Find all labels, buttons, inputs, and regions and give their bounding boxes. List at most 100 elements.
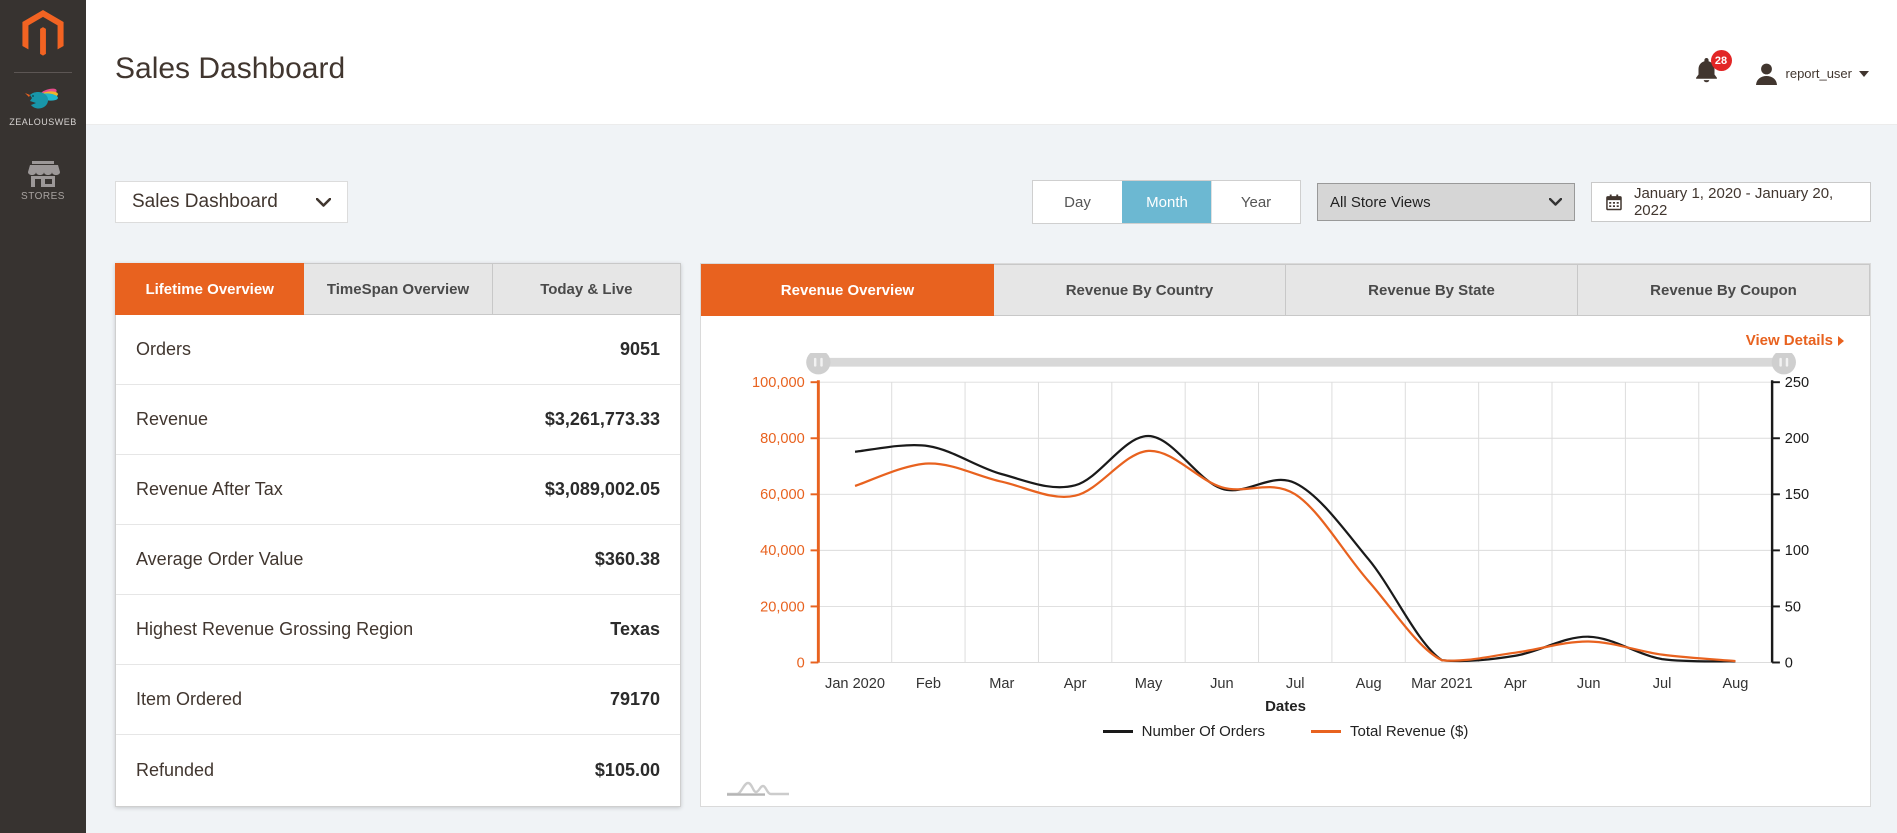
range-slider-handle-left[interactable]: [806, 353, 831, 375]
view-details-label: View Details: [1745, 332, 1833, 349]
overview-tabs: Lifetime Overview TimeSpan Overview Today …: [115, 263, 681, 315]
range-slider-handle-right[interactable]: [1771, 353, 1796, 375]
zealousweb-label: ZEALOUSWEB: [9, 117, 77, 127]
user-menu-button[interactable]: report_user: [1755, 63, 1869, 85]
metric-value: $3,261,773.33: [544, 409, 660, 429]
period-month-button[interactable]: Month: [1122, 181, 1211, 223]
left-y-axis: 0 20,000 40,000 60,000 80,000 100,000: [752, 375, 820, 671]
tab-revenue-overview[interactable]: Revenue Overview: [701, 264, 994, 316]
username: report_user: [1785, 66, 1852, 81]
legend-item-total-revenue: Total Revenue ($): [1310, 722, 1469, 740]
svg-text:0: 0: [797, 655, 805, 671]
svg-text:Aug: Aug: [1722, 676, 1748, 692]
svg-text:40,000: 40,000: [760, 543, 805, 559]
app-root: ZEALOUSWEB STORES Sales Dashboard 28 rep…: [0, 0, 1897, 833]
tab-lifetime-overview[interactable]: Lifetime Overview: [115, 263, 305, 315]
metric-label: Orders: [136, 339, 192, 359]
chart-range-slider: [806, 353, 1796, 375]
toolbar-right: Day Month Year All Store Views January 1…: [1032, 180, 1871, 224]
sidebar: ZEALOUSWEB STORES: [0, 0, 86, 833]
svg-text:Aug: Aug: [1356, 676, 1382, 692]
store-view-value: All Store Views: [1330, 193, 1431, 211]
sidebar-item-zealousweb[interactable]: ZEALOUSWEB: [9, 85, 77, 127]
svg-text:Mar 2021: Mar 2021: [1411, 676, 1473, 692]
chart-x-axis-title: Dates: [1265, 697, 1306, 715]
svg-text:Apr: Apr: [1064, 676, 1087, 692]
page-title: Sales Dashboard: [115, 52, 346, 85]
magento-logo-icon[interactable]: [17, 10, 69, 58]
period-year-button[interactable]: Year: [1211, 181, 1300, 223]
table-row: Highest Revenue Grossing Region Texas: [116, 595, 680, 665]
line-chart-svg: 0 20,000 40,000 60,000 80,000 100,000 0 50 100 15…: [752, 353, 1809, 692]
chart-zoom-preview-icon[interactable]: [725, 770, 793, 798]
metric-value: Texas: [610, 619, 660, 639]
notification-count-badge: 28: [1710, 50, 1732, 71]
metric-value: $105.00: [594, 759, 660, 780]
legend-label: Total Revenue ($): [1349, 722, 1469, 740]
svg-text:50: 50: [1785, 599, 1801, 615]
tab-revenue-by-coupon[interactable]: Revenue By Coupon: [1578, 264, 1870, 316]
svg-text:20,000: 20,000: [760, 599, 805, 615]
table-row: Average Order Value $360.38: [116, 525, 680, 595]
metric-value: 9051: [619, 339, 660, 359]
panels: Lifetime Overview TimeSpan Overview Today …: [115, 263, 1871, 807]
calendar-icon: [1606, 194, 1622, 210]
date-range-picker[interactable]: January 1, 2020 - January 20, 2022: [1591, 182, 1871, 222]
content: Sales Dashboard Day Month Year All Store V…: [86, 125, 1897, 807]
metric-label: Revenue: [136, 409, 209, 429]
overview-metrics-table: Orders 9051 Revenue $3,261,773.33 Revenue Af…: [116, 315, 680, 805]
stores-icon: [28, 161, 60, 187]
svg-text:100: 100: [1785, 543, 1809, 559]
chevron-down-icon: [316, 197, 331, 207]
dashboard-select[interactable]: Sales Dashboard: [115, 181, 348, 223]
svg-text:150: 150: [1785, 487, 1809, 503]
toolbar: Sales Dashboard Day Month Year All Store V…: [115, 180, 1871, 224]
period-day-button[interactable]: Day: [1033, 181, 1122, 223]
tab-revenue-by-country[interactable]: Revenue By Country: [994, 264, 1286, 316]
series-line-number-of-orders: [854, 434, 1736, 663]
table-row: Revenue $3,261,773.33: [116, 385, 680, 455]
metric-value: $360.38: [594, 549, 660, 569]
svg-text:May: May: [1135, 676, 1163, 692]
table-row: Refunded $105.00: [116, 735, 680, 805]
metric-label: Item Ordered: [136, 689, 243, 709]
svg-text:0: 0: [1785, 655, 1793, 671]
metric-value: $3,089,002.05: [544, 479, 660, 499]
stores-label: STORES: [21, 191, 65, 202]
zealousweb-bird-icon: [24, 88, 58, 109]
view-details-row: View Details: [701, 316, 1870, 349]
user-avatar-icon: [1755, 63, 1777, 85]
tab-revenue-by-state[interactable]: Revenue By State: [1286, 264, 1578, 316]
revenue-tabs: Revenue Overview Revenue By Country Revenu…: [701, 264, 1870, 316]
svg-text:Jun: Jun: [1577, 676, 1601, 692]
store-view-select[interactable]: All Store Views: [1317, 183, 1575, 221]
arrow-right-icon: [1838, 335, 1844, 346]
svg-text:80,000: 80,000: [760, 431, 805, 447]
table-row: Revenue After Tax $3,089,002.05: [116, 455, 680, 525]
metric-label: Highest Revenue Grossing Region: [136, 619, 414, 639]
legend-label: Number Of Orders: [1141, 722, 1265, 740]
metric-label: Average Order Value: [136, 549, 304, 569]
legend-swatch: [1102, 729, 1133, 733]
date-range-value: January 1, 2020 - January 20, 2022: [1633, 185, 1834, 219]
tab-today-live[interactable]: Today & Live: [492, 263, 681, 315]
notifications-button[interactable]: 28: [1695, 50, 1732, 89]
range-slider-track[interactable]: [818, 357, 1784, 367]
svg-text:200: 200: [1785, 431, 1809, 447]
metric-label: Revenue After Tax: [136, 479, 283, 499]
legend-swatch: [1310, 729, 1341, 733]
table-row: Orders 9051: [116, 315, 680, 385]
svg-text:Jul: Jul: [1286, 676, 1305, 692]
metric-value: 79170: [609, 689, 660, 709]
topbar: Sales Dashboard 28 report_user: [86, 0, 1897, 125]
metric-label: Refunded: [136, 759, 215, 780]
svg-text:60,000: 60,000: [760, 487, 805, 503]
tab-timespan-overview[interactable]: TimeSpan Overview: [304, 263, 493, 315]
right-y-axis: 0 50 100 150 200 250: [1770, 375, 1809, 671]
view-details-link[interactable]: View Details: [1746, 332, 1844, 349]
sidebar-item-stores[interactable]: STORES: [21, 161, 65, 202]
x-axis-labels: Jan 2020 Feb Mar Apr May Jun Jul Aug Mar 2021 Apr…: [825, 676, 1748, 692]
chart-legend: Number Of Orders Total Revenue ($): [721, 723, 1850, 740]
sidebar-divider: [14, 72, 72, 73]
svg-text:Feb: Feb: [916, 676, 941, 692]
